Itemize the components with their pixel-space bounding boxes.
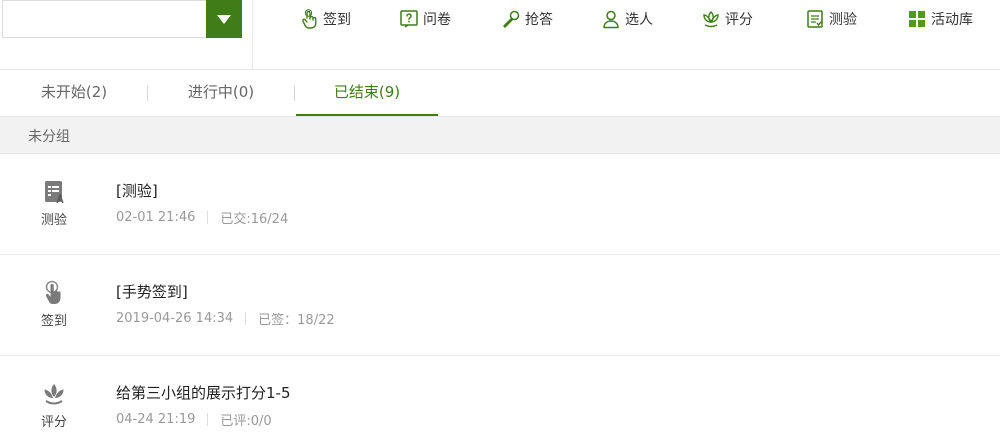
- person-icon: [603, 10, 619, 29]
- activity-type: 测验: [26, 179, 82, 228]
- toolbar-questionnaire-button[interactable]: 问卷: [399, 8, 451, 30]
- activity-meta: 04-24 21:19 已评:0/0: [116, 410, 272, 429]
- activity-item[interactable]: 评分 给第三小组的展示打分1-5 04-24 21:19 已评:0/0: [0, 356, 1000, 447]
- activity-title[interactable]: [测验]: [116, 180, 158, 201]
- activity-meta: 2019-04-26 14:34 已签：18/22: [116, 309, 335, 328]
- toolbar-activity-library-button[interactable]: 活动库: [907, 8, 973, 30]
- tab-in-progress[interactable]: 进行中(0): [148, 70, 294, 116]
- toolbar-pick-person-button[interactable]: 选人: [601, 8, 653, 30]
- tab-not-started[interactable]: 未开始(2): [0, 70, 148, 116]
- hand-touch-icon: [45, 280, 61, 304]
- activity-type-label: 签到: [40, 314, 67, 329]
- activity-item[interactable]: 测验 [测验] 02-01 21:46 已交:16/24: [0, 154, 1000, 255]
- quiz-icon: [45, 181, 64, 204]
- meta-divider: [207, 211, 209, 224]
- activity-status: 已交:16/24: [220, 212, 289, 227]
- class-select[interactable]: [2, 0, 242, 38]
- hand-touch-icon: [302, 9, 317, 29]
- tab-ended[interactable]: 已结束(9): [296, 70, 438, 116]
- activity-type-label: 评分: [40, 415, 67, 430]
- quiz-icon: [807, 10, 823, 28]
- activity-meta: 02-01 21:46 已交:16/24: [116, 208, 288, 227]
- activity-type: 评分: [26, 381, 82, 430]
- top-bar: 签到 问卷 抢答 选人 评分 测验 活动库: [0, 0, 1000, 70]
- toolbar-questionnaire-label: 问卷: [423, 12, 451, 28]
- activity-item[interactable]: 签到 [手势签到] 2019-04-26 14:34 已签：18/22: [0, 255, 1000, 356]
- activity-status: 已评:0/0: [220, 414, 272, 429]
- toolbar-rating-button[interactable]: 评分: [701, 8, 753, 30]
- activity-toolbar: 签到 问卷 抢答 选人 评分 测验 活动库: [252, 0, 1000, 70]
- group-header: 未分组: [0, 116, 1000, 154]
- toolbar-rating-label: 评分: [725, 12, 753, 28]
- flower-icon: [44, 384, 64, 405]
- activity-title[interactable]: [手势签到]: [116, 281, 188, 302]
- toolbar-signin-button[interactable]: 签到: [299, 8, 351, 30]
- toolbar-signin-label: 签到: [323, 12, 351, 28]
- toolbar-quick-answer-label: 抢答: [525, 12, 553, 28]
- toolbar-quick-answer-button[interactable]: 抢答: [501, 8, 553, 30]
- activity-time: 02-01 21:46: [116, 210, 196, 225]
- tab-divider: [294, 85, 295, 101]
- dropdown-button[interactable]: [206, 0, 242, 38]
- chevron-down-icon: [217, 14, 231, 24]
- activity-type: 签到: [26, 280, 82, 329]
- activity-type-label: 测验: [40, 213, 67, 228]
- activity-time: 04-24 21:19: [116, 412, 196, 427]
- status-tabs: 未开始(2) 进行中(0) 已结束(9): [0, 70, 1000, 116]
- toolbar-quiz-label: 测验: [829, 12, 857, 28]
- toolbar-pick-person-label: 选人: [625, 12, 653, 28]
- toolbar-activity-library-label: 活动库: [931, 12, 973, 28]
- flower-icon: [703, 11, 719, 28]
- meta-divider: [207, 413, 209, 426]
- microphone-icon: [503, 10, 520, 28]
- group-label: 未分组: [28, 129, 70, 145]
- grid-icon: [909, 11, 925, 27]
- activity-time: 2019-04-26 14:34: [116, 311, 234, 326]
- meta-divider: [245, 312, 247, 325]
- questionnaire-icon: [400, 10, 418, 28]
- activity-status: 已签：18/22: [258, 313, 335, 328]
- toolbar-quiz-button[interactable]: 测验: [805, 8, 857, 30]
- activity-title[interactable]: 给第三小组的展示打分1-5: [116, 382, 291, 403]
